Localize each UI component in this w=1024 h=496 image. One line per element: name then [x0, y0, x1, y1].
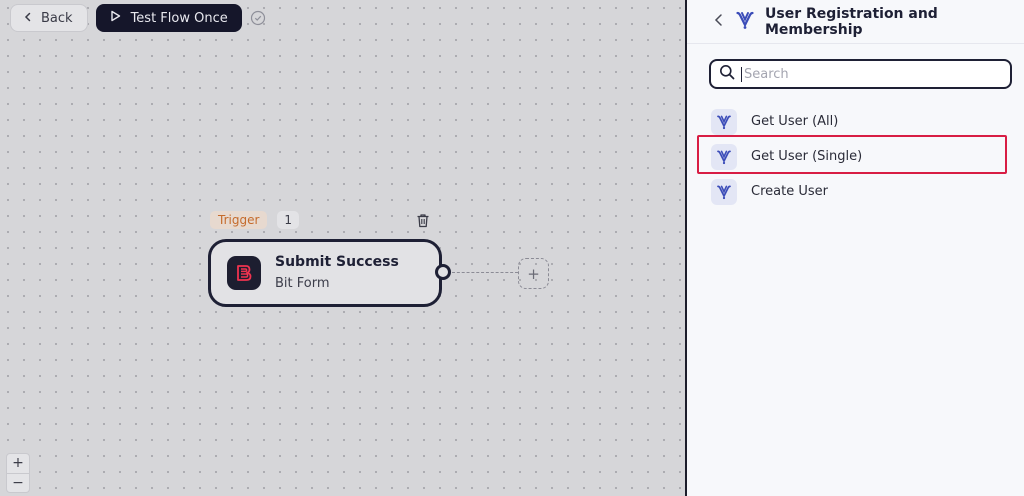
flow-canvas[interactable]: Back Test Flow Once Trigger 1 Submit Suc… [0, 0, 685, 496]
action-item-get-user-all[interactable]: Get User (All) [711, 104, 1011, 139]
play-icon [110, 10, 121, 26]
search-input[interactable] [741, 66, 1001, 82]
top-toolbar: Back Test Flow Once [10, 4, 266, 32]
action-item-create-user[interactable]: Create User [711, 174, 1011, 209]
node-meta: Trigger 1 [210, 211, 300, 229]
chevron-left-icon [23, 11, 33, 26]
connector-line [452, 272, 518, 273]
zoom-controls: + − [6, 453, 30, 493]
highlight-annotation [697, 135, 1007, 174]
action-label: Get User (All) [751, 114, 839, 129]
search-icon [719, 64, 735, 84]
step-number-badge: 1 [277, 211, 300, 229]
panel-header: User Registration and Membership [687, 0, 1024, 44]
panel-title: User Registration and Membership [765, 5, 938, 38]
test-flow-button[interactable]: Test Flow Once [95, 4, 242, 32]
search-box[interactable] [709, 59, 1012, 89]
zoom-in-button[interactable]: + [7, 454, 29, 473]
bitform-logo-icon [227, 256, 261, 290]
node-subtitle: Bit Form [275, 275, 330, 291]
node-output-handle[interactable] [435, 264, 451, 280]
back-button[interactable]: Back [10, 4, 88, 32]
plus-icon: + [527, 264, 540, 283]
membership-logo-icon [711, 108, 737, 135]
actions-panel: User Registration and Membership Get Use… [687, 0, 1024, 496]
membership-logo-icon [711, 178, 737, 205]
trash-icon[interactable] [414, 211, 432, 229]
node-text: Submit Success Bit Form [275, 253, 399, 294]
node-title: Submit Success [275, 253, 399, 270]
membership-logo-icon [735, 10, 755, 34]
back-label: Back [41, 10, 73, 26]
trigger-badge: Trigger [210, 211, 268, 229]
chevron-left-icon[interactable] [713, 12, 725, 31]
test-flow-label: Test Flow Once [130, 10, 228, 26]
action-label: Create User [751, 184, 828, 199]
trigger-node-card[interactable]: Submit Success Bit Form [208, 239, 442, 307]
add-node-button[interactable]: + [518, 258, 549, 289]
check-circle-icon [250, 10, 266, 26]
zoom-out-button[interactable]: − [7, 472, 29, 493]
